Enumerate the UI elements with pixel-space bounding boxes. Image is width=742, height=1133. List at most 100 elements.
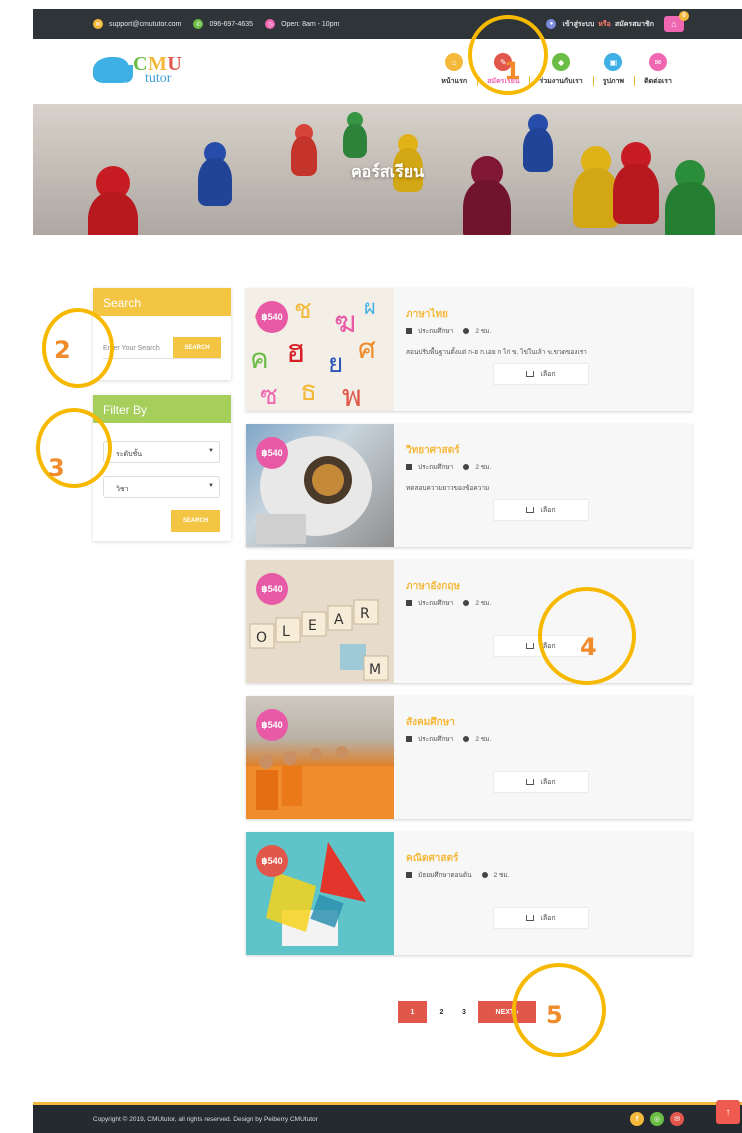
nav-item-gallery[interactable]: ▣ รูปภาพ [592, 53, 634, 87]
select-course-button[interactable]: เลือก [493, 363, 589, 385]
svg-text:ธ: ธ [300, 374, 317, 407]
course-description: สอนปรับพื้นฐานตั้งแต่ ก-ฮ ก.เอย ก ไก่ ข.… [406, 349, 587, 356]
annotation-circle-3: 3 [36, 408, 112, 488]
back-to-top-button[interactable]: ↑ [716, 1100, 740, 1124]
cmu-tutor-logo[interactable]: CMU tutor [93, 51, 193, 87]
level-icon [406, 600, 412, 606]
svg-text:A: A [334, 612, 344, 628]
svg-text:O: O [256, 630, 267, 646]
hours-info: ◷ Open: 8am - 10pm [265, 19, 339, 29]
level-icon [406, 736, 412, 742]
clock-icon [463, 600, 470, 606]
phone-contact[interactable]: ✆ 096-697-4635 [193, 19, 253, 29]
search-button[interactable]: SEARCH [173, 337, 221, 358]
course-card: ฿540 วิทยาศาสตร์ ประถมศึกษา 2 ชม. ทดสอบคว… [246, 424, 692, 547]
user-icon: ● [546, 19, 557, 29]
cart-button[interactable]: ⌂ 0 [664, 11, 689, 32]
svg-text:ฆ: ฆ [334, 305, 356, 340]
select-course-button[interactable]: เลือก [493, 771, 589, 793]
page-1-button[interactable]: 1 [398, 1001, 427, 1023]
caret-down-icon: ▼ [208, 448, 214, 454]
top-bar: ✉ support@cmututor.com ✆ 096-697-4635 ◷ … [33, 9, 742, 39]
course-title[interactable]: วิทยาศาสตร์ [406, 443, 460, 458]
page-2-button[interactable]: 2 [427, 1001, 456, 1023]
page-3-button[interactable]: 3 [456, 1001, 472, 1023]
svg-text:ผ: ผ [364, 295, 376, 319]
course-title[interactable]: สังคมศึกษา [406, 715, 455, 730]
register-link[interactable]: สมัครสมาชิก [615, 19, 654, 30]
basket-icon [526, 643, 535, 649]
basket-icon [526, 915, 535, 921]
clock-icon [481, 872, 488, 878]
price-badge: ฿540 [256, 573, 288, 605]
course-title[interactable]: ภาษาอังกฤษ [406, 579, 460, 594]
level-icon [406, 328, 412, 334]
caret-down-icon: ▼ [208, 483, 214, 489]
svg-text:ซ: ซ [260, 381, 278, 411]
footer: Copyright © 2019, CMUtutor, all rights r… [33, 1102, 742, 1133]
annotation-circle-2: 2 [42, 308, 114, 388]
social-links: f ◎ ✉ [624, 1112, 684, 1126]
home-icon: ⌂ [445, 53, 464, 71]
nav-item-contact[interactable]: ✉ ติดต่อเรา [634, 53, 682, 87]
course-title[interactable]: ภาษาไทย [406, 307, 448, 322]
phone-icon: ✆ [193, 19, 204, 29]
login-link[interactable]: เข้าสู่ระบบ [562, 19, 594, 30]
svg-text:ย: ย [328, 349, 343, 379]
facebook-icon[interactable]: f [630, 1112, 644, 1126]
clock-icon [463, 464, 470, 470]
email-contact[interactable]: ✉ support@cmututor.com [93, 19, 181, 29]
clock-icon [463, 736, 470, 742]
price-badge: ฿540 [256, 437, 288, 469]
select-course-button[interactable]: เลือก [493, 499, 589, 521]
select-course-button[interactable]: เลือก [493, 907, 589, 929]
basket-icon [526, 507, 535, 513]
course-description: ทดสอบความยาวของข้อความ [406, 485, 490, 492]
cart-count-badge: 0 [679, 11, 689, 21]
svg-text:R: R [360, 606, 370, 622]
svg-text:ศ: ศ [358, 332, 376, 365]
svg-text:ฮ: ฮ [286, 332, 306, 370]
filter-search-button[interactable]: SEARCH [171, 510, 220, 532]
page-title: คอร์สเรียน [350, 164, 425, 181]
filter-heading: Filter By [93, 395, 231, 423]
main-nav: CMU tutor ⌂ หน้าแรก ✎ สมัครเรียน ◆ ร่วมง… [33, 39, 742, 104]
course-title[interactable]: คณิตศาสตร์ [406, 851, 458, 866]
course-image-geometric-shapes: ฿540 [246, 832, 394, 955]
price-badge: ฿540 [256, 709, 288, 741]
annotation-circle-5: 5 [512, 963, 606, 1057]
svg-text:ช: ช [294, 295, 312, 325]
svg-text:E: E [308, 618, 317, 634]
annotation-circle-1: 1 [468, 15, 548, 95]
svg-text:L: L [282, 624, 290, 640]
basket-icon [526, 371, 535, 377]
course-card: ฿540 สังคมศึกษา ประถมศึกษา 2 ชม. เลือก [246, 696, 692, 819]
subject-select[interactable]: วิชา ▼ [103, 476, 220, 498]
handshake-icon: ◆ [552, 53, 571, 71]
email-social-icon[interactable]: ✉ [670, 1112, 684, 1126]
copyright-text: Copyright © 2019, CMUtutor, all rights r… [93, 1115, 318, 1123]
filter-panel: Filter By ระดับชั้น ▼ วิชา ▼ SEARCH [93, 395, 231, 541]
svg-text:พ: พ [342, 379, 362, 411]
course-card: ข ช ฆ ผ ค ฮ ย ศ ซ ธ พ ฿540 ภาษาไทย ประถม… [246, 288, 692, 411]
price-badge: ฿540 [256, 845, 288, 877]
price-badge: ฿540 [256, 301, 288, 333]
svg-text:ค: ค [250, 342, 269, 375]
course-image-astronaut: ฿540 [246, 424, 394, 547]
email-icon: ✉ [93, 19, 103, 29]
level-icon [406, 464, 412, 470]
email-text: support@cmututor.com [109, 20, 182, 28]
basket-icon [526, 779, 535, 785]
level-select[interactable]: ระดับชั้น ▼ [103, 441, 220, 463]
mail-icon: ✉ [649, 53, 668, 71]
level-icon [406, 872, 412, 878]
image-icon: ▣ [604, 53, 623, 71]
svg-text:M: M [369, 662, 381, 678]
clock-icon: ◷ [265, 19, 276, 29]
line-icon[interactable]: ◎ [650, 1112, 664, 1126]
hero-banner: คอร์สเรียน [33, 104, 742, 235]
course-image-monks: ฿540 [246, 696, 394, 819]
hours-text: Open: 8am - 10pm [281, 20, 340, 28]
or-text: หรือ [598, 20, 611, 28]
course-card: ฿540 คณิตศาสตร์ มัธยมศึกษาตอนต้น 2 ชม. เล… [246, 832, 692, 955]
